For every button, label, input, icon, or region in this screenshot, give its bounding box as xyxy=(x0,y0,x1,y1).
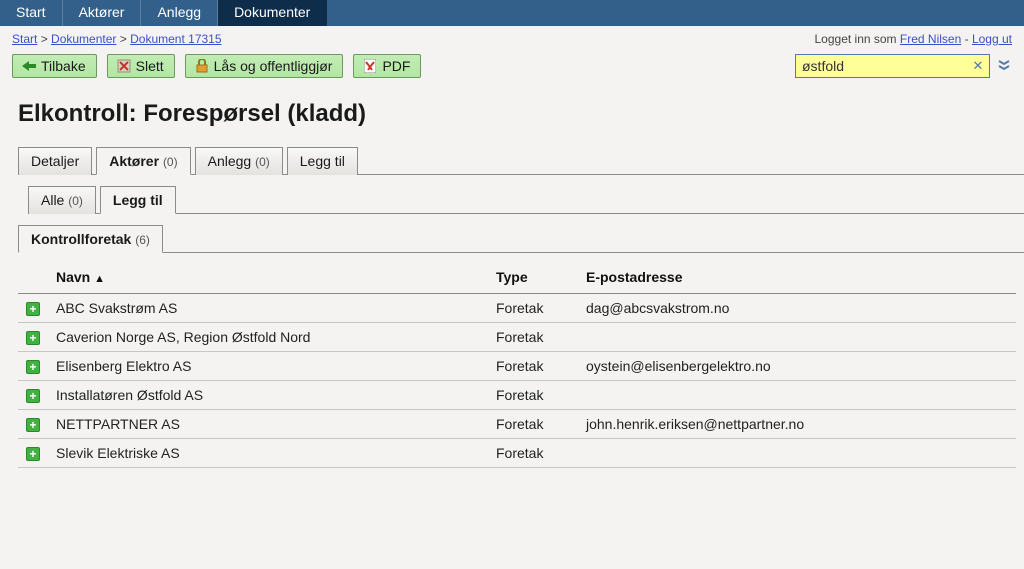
table-row: + NETTPARTNER ASForetakjohn.henrik.erikse… xyxy=(18,410,1016,439)
pdf-icon xyxy=(362,58,378,74)
delete-button-label: Slett xyxy=(136,58,164,74)
lock-publish-button[interactable]: Lås og offentliggjør xyxy=(185,54,344,78)
user-sep: - xyxy=(965,32,969,46)
cell-type: Foretak xyxy=(488,439,578,468)
top-nav: Start Aktører Anlegg Dokumenter xyxy=(0,0,1024,26)
user-name-link[interactable]: Fred Nilsen xyxy=(900,32,961,46)
table-row: + ABC Svakstrøm ASForetakdag@abcsvakstrom… xyxy=(18,294,1016,323)
breadcrumb-dokumenter[interactable]: Dokumenter xyxy=(51,32,116,46)
tab-kontrollforetak[interactable]: Kontrollforetak (6) xyxy=(18,225,163,253)
contractor-table: Navn ▲ Type E-postadresse + ABC Svakstrøm… xyxy=(18,261,1016,468)
breadcrumb-dokument[interactable]: Dokument 17315 xyxy=(130,32,221,46)
table-row: + Caverion Norge AS, Region Østfold NordF… xyxy=(18,323,1016,352)
cell-email xyxy=(578,381,1016,410)
tabs-main: Detaljer Aktører (0) Anlegg (0) Legg til xyxy=(18,146,1024,175)
breadcrumb: Start > Dokumenter > Dokument 17315 xyxy=(12,32,222,46)
cell-type: Foretak xyxy=(488,410,578,439)
nav-start[interactable]: Start xyxy=(0,0,63,26)
pdf-button-label: PDF xyxy=(382,58,410,74)
search-wrap: ✕ xyxy=(795,54,1012,78)
tab-label: Anlegg xyxy=(208,153,252,169)
cell-email xyxy=(578,323,1016,352)
tab-alle[interactable]: Alle (0) xyxy=(28,186,96,214)
tab-label: Alle xyxy=(41,192,64,208)
col-add xyxy=(18,261,48,294)
breadcrumb-start[interactable]: Start xyxy=(12,32,37,46)
tab-count: (6) xyxy=(135,233,150,247)
logged-in-prefix: Logget inn som xyxy=(815,32,897,46)
tab-count: (0) xyxy=(163,155,178,169)
tab-anlegg[interactable]: Anlegg (0) xyxy=(195,147,283,175)
tabs-sub2: Kontrollforetak (6) xyxy=(18,224,1024,253)
back-button-label: Tilbake xyxy=(41,58,86,74)
tab-leggtil[interactable]: Legg til xyxy=(287,147,358,175)
tabs-sub: Alle (0) Legg til xyxy=(28,185,1024,214)
col-name-label: Navn xyxy=(56,269,90,285)
delete-icon xyxy=(116,58,132,74)
nav-aktorer[interactable]: Aktører xyxy=(63,0,142,26)
cell-type: Foretak xyxy=(488,294,578,323)
table-row: + Slevik Elektriske ASForetak xyxy=(18,439,1016,468)
tab-label: Aktører xyxy=(109,153,159,169)
toolbar: Tilbake Slett Lås og offentliggjør PDF xyxy=(12,54,421,78)
search-input[interactable] xyxy=(795,54,990,78)
back-button[interactable]: Tilbake xyxy=(12,54,97,78)
cell-type: Foretak xyxy=(488,352,578,381)
tab-sub-leggtil[interactable]: Legg til xyxy=(100,186,176,214)
pdf-button[interactable]: PDF xyxy=(353,54,421,78)
sort-asc-icon: ▲ xyxy=(94,273,105,285)
tab-count: (0) xyxy=(68,194,83,208)
tab-label: Kontrollforetak xyxy=(31,231,131,247)
col-type[interactable]: Type xyxy=(488,261,578,294)
table-row: + Elisenberg Elektro ASForetakoystein@eli… xyxy=(18,352,1016,381)
cell-name: ABC Svakstrøm AS xyxy=(48,294,488,323)
cell-name: Elisenberg Elektro AS xyxy=(48,352,488,381)
add-icon[interactable]: + xyxy=(26,389,40,403)
add-icon[interactable]: + xyxy=(26,331,40,345)
add-icon[interactable]: + xyxy=(26,418,40,432)
cell-email: john.henrik.eriksen@nettpartner.no xyxy=(578,410,1016,439)
tab-detaljer[interactable]: Detaljer xyxy=(18,147,92,175)
cell-name: Installatøren Østfold AS xyxy=(48,381,488,410)
nav-anlegg[interactable]: Anlegg xyxy=(141,0,218,26)
add-icon[interactable]: + xyxy=(26,360,40,374)
user-info: Logget inn som Fred Nilsen - Logg ut xyxy=(815,32,1013,46)
tab-label: Legg til xyxy=(300,153,345,169)
search-expand-icon[interactable] xyxy=(996,57,1012,76)
lock-icon xyxy=(194,58,210,74)
tab-label: Detaljer xyxy=(31,153,79,169)
add-icon[interactable]: + xyxy=(26,302,40,316)
cell-email xyxy=(578,439,1016,468)
nav-dokumenter[interactable]: Dokumenter xyxy=(218,0,327,26)
delete-button[interactable]: Slett xyxy=(107,54,175,78)
lock-publish-button-label: Lås og offentliggjør xyxy=(214,58,333,74)
cell-email: oystein@elisenbergelektro.no xyxy=(578,352,1016,381)
breadcrumb-sep: > xyxy=(120,32,127,46)
breadcrumb-sep: > xyxy=(41,32,48,46)
tab-count: (0) xyxy=(255,155,270,169)
table-row: + Installatøren Østfold ASForetak xyxy=(18,381,1016,410)
cell-type: Foretak xyxy=(488,323,578,352)
clear-search-icon[interactable]: ✕ xyxy=(971,58,985,72)
cell-email: dag@abcsvakstrom.no xyxy=(578,294,1016,323)
cell-name: Slevik Elektriske AS xyxy=(48,439,488,468)
page-title: Elkontroll: Forespørsel (kladd) xyxy=(18,100,1024,128)
logout-link[interactable]: Logg ut xyxy=(972,32,1012,46)
add-icon[interactable]: + xyxy=(26,447,40,461)
cell-name: NETTPARTNER AS xyxy=(48,410,488,439)
tab-aktorer[interactable]: Aktører (0) xyxy=(96,147,190,175)
col-name[interactable]: Navn ▲ xyxy=(48,261,488,294)
cell-name: Caverion Norge AS, Region Østfold Nord xyxy=(48,323,488,352)
cell-type: Foretak xyxy=(488,381,578,410)
col-email[interactable]: E-postadresse xyxy=(578,261,1016,294)
back-arrow-icon xyxy=(21,58,37,74)
tab-label: Legg til xyxy=(113,192,163,208)
